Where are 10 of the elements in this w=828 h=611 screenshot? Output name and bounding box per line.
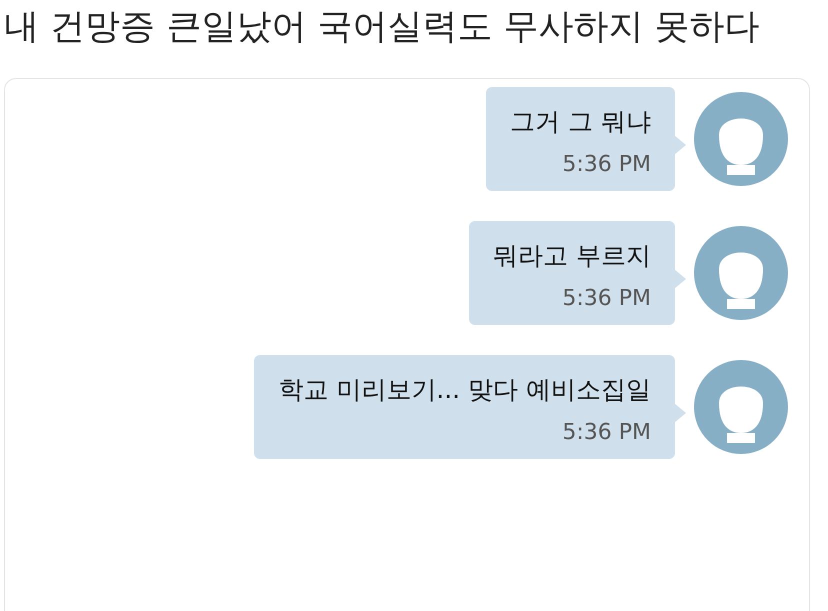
avatar-icon (693, 225, 789, 321)
avatar-icon (693, 91, 789, 187)
avatar-icon (693, 359, 789, 455)
message-time: 5:36 PM (562, 152, 651, 177)
message-text: 그거 그 뭐냐 (510, 106, 651, 138)
message-time: 5:36 PM (562, 286, 651, 311)
post-title: 내 건망증 큰일났어 국어실력도 무사하지 못하다 (3, 6, 761, 49)
message-text: 학교 미리보기... 맞다 예비소집일 (278, 374, 651, 406)
message-time: 5:36 PM (562, 420, 651, 445)
message-text: 뭐라고 부르지 (493, 240, 651, 272)
